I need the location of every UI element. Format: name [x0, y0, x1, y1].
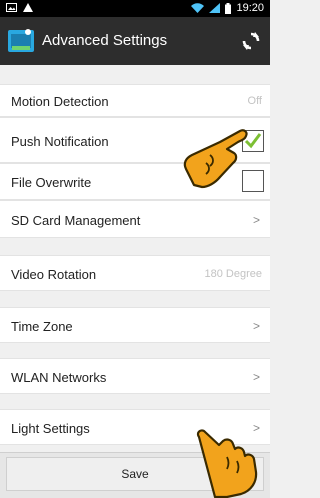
chevron-right-icon: > [252, 213, 260, 227]
image-icon [6, 3, 17, 12]
motion-detection-value: Off [247, 95, 262, 107]
wlan-networks-label: WLAN Networks [11, 370, 107, 385]
video-rotation-value: 180 Degree [204, 268, 263, 280]
pointing-hand-icon [183, 129, 248, 189]
clock: 19:20 [236, 2, 264, 14]
status-bar: 19:20 [0, 0, 270, 17]
time-zone-label: Time Zone [11, 319, 73, 334]
page-title: Advanced Settings [42, 32, 168, 49]
battery-icon [225, 2, 232, 14]
wifi-icon [191, 3, 205, 13]
push-notification-label: Push Notification [11, 134, 109, 149]
motion-detection-label: Motion Detection [11, 94, 109, 109]
sd-card-management-label: SD Card Management [11, 213, 141, 228]
warning-icon [23, 3, 33, 12]
video-rotation-row[interactable]: Video Rotation 180 Degree [0, 255, 270, 291]
sd-card-management-row[interactable]: SD Card Management > [0, 200, 270, 238]
video-rotation-label: Video Rotation [11, 267, 97, 282]
app-icon[interactable] [8, 28, 34, 54]
light-settings-label: Light Settings [11, 421, 90, 436]
chevron-right-icon: > [252, 319, 260, 333]
time-zone-row[interactable]: Time Zone > [0, 307, 270, 343]
chevron-right-icon: > [252, 370, 260, 384]
motion-detection-row[interactable]: Motion Detection Off [0, 84, 270, 117]
refresh-icon[interactable] [242, 32, 260, 50]
file-overwrite-label: File Overwrite [11, 175, 92, 190]
action-bar: Advanced Settings [0, 17, 270, 65]
pointing-hand-icon [196, 429, 258, 498]
signal-icon [209, 3, 221, 13]
wlan-networks-row[interactable]: WLAN Networks > [0, 358, 270, 394]
